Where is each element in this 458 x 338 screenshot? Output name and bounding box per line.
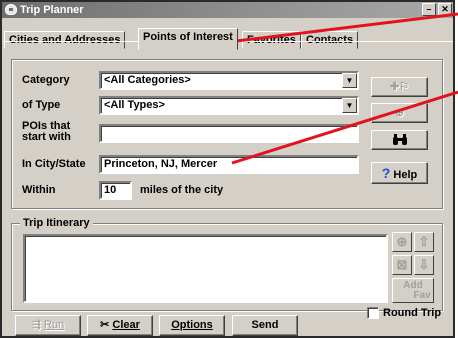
clear-button[interactable]: ✂ Clear — [87, 315, 153, 336]
arrow-up-icon: ⇧ — [418, 234, 430, 249]
move-up-button[interactable]: ⇧ — [414, 232, 434, 252]
add-fav-button[interactable]: Add Fav — [392, 278, 434, 303]
within-input[interactable]: 10 — [99, 181, 132, 200]
chevron-down-icon[interactable]: ▼ — [342, 73, 357, 88]
itinerary-list[interactable] — [23, 234, 388, 303]
clear-label: Clear — [112, 319, 140, 331]
category-value: <All Categories> — [104, 74, 191, 86]
add-flag-icon: ✚⚐ — [389, 81, 410, 93]
send-label: Send — [251, 319, 279, 331]
run-label: Run — [44, 319, 65, 331]
app-icon — [5, 4, 17, 15]
run-button[interactable]: ⇶ Run — [15, 315, 81, 336]
city-label: In City/State — [22, 158, 86, 170]
title-bar: Trip Planner – ✕ — [2, 2, 453, 18]
round-trip-label: Round Trip — [383, 307, 442, 319]
minimize-button[interactable]: – — [422, 3, 436, 16]
tab-points-of-interest[interactable]: Points of Interest — [138, 28, 238, 50]
type-label: of Type — [22, 99, 61, 111]
options-button[interactable]: Options — [159, 315, 225, 336]
zoom-to-poi-button[interactable]: ⊕ — [371, 103, 428, 123]
help-label: Help — [393, 169, 418, 181]
arrow-down-icon: ⇩ — [418, 257, 430, 272]
category-select[interactable]: <All Categories> ▼ — [99, 71, 359, 90]
binoculars-icon — [392, 134, 407, 146]
tab-panel: Category <All Categories> ▼ of Type <All… — [3, 41, 453, 336]
round-trip-checkbox[interactable] — [367, 307, 379, 319]
send-button[interactable]: Send — [232, 315, 298, 336]
chevron-down-icon[interactable]: ▼ — [342, 98, 357, 113]
pois-label-line2: start with — [22, 131, 71, 143]
options-label: Options — [171, 319, 213, 331]
window-title: Trip Planner — [20, 4, 84, 16]
type-value: <All Types> — [104, 99, 165, 111]
type-select[interactable]: <All Types> ▼ — [99, 96, 359, 115]
within-suffix: miles of the city — [140, 184, 224, 196]
trip-planner-window: Trip Planner – ✕ Cities and Addresses Po… — [0, 0, 455, 338]
move-down-button[interactable]: ⇩ — [414, 255, 434, 275]
clear-icon: ✂ — [100, 319, 110, 331]
add-to-itinerary-button[interactable]: ✚⚐ — [371, 77, 428, 97]
find-button[interactable] — [371, 130, 428, 150]
close-button[interactable]: ✕ — [438, 3, 452, 16]
city-input[interactable]: Princeton, NJ, Mercer — [99, 155, 359, 174]
add-fav-label-2: Fav — [413, 290, 431, 301]
delete-x-icon: ⊠ — [396, 257, 408, 272]
zoom-itinerary-button[interactable]: ⊕ — [392, 232, 412, 252]
run-icon: ⇶ — [31, 319, 41, 331]
help-button[interactable]: ? Help — [371, 162, 428, 184]
zoom-icon: ⊕ — [394, 107, 405, 119]
itinerary-label: Trip Itinerary — [20, 217, 93, 229]
help-icon: ? — [381, 165, 391, 181]
within-label: Within — [22, 184, 56, 196]
category-label: Category — [22, 74, 70, 86]
remove-stop-button[interactable]: ⊠ — [392, 255, 412, 275]
tab-strip: Cities and Addresses Points of Interest … — [2, 19, 453, 50]
pois-input[interactable] — [99, 124, 359, 143]
zoom-icon: ⊕ — [396, 234, 408, 249]
